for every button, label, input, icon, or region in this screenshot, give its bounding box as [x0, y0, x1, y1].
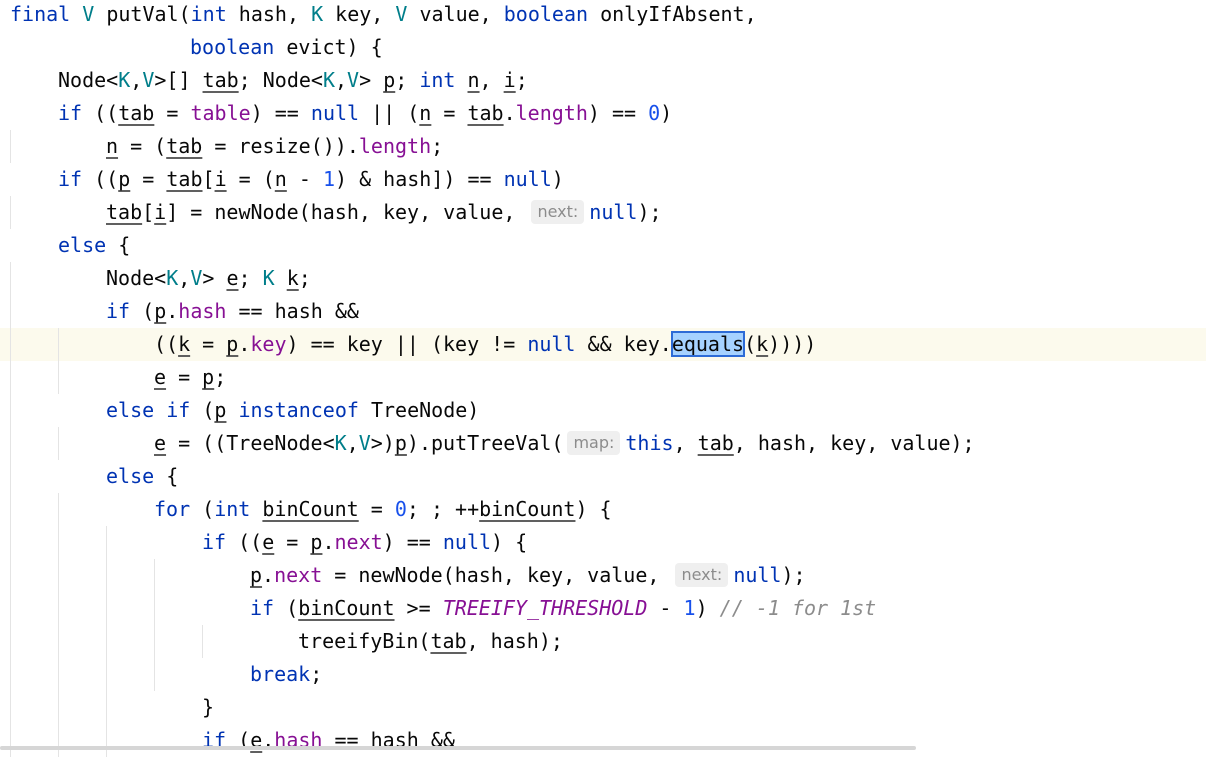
indent-guide	[10, 592, 11, 625]
indent-guide	[106, 625, 107, 658]
indent-guide	[202, 625, 203, 658]
indent-guide	[154, 592, 155, 625]
code-line[interactable]: if (e.hash == hash &&	[0, 724, 1206, 757]
code-line[interactable]: boolean evict) {	[0, 31, 1206, 64]
code-line[interactable]: else if (p instanceof TreeNode)	[0, 394, 1206, 427]
indent-guide	[58, 493, 59, 526]
code-text[interactable]: for (int binCount = 0; ; ++binCount) {	[154, 493, 612, 526]
code-text[interactable]: break;	[250, 658, 322, 691]
indent-guide	[10, 328, 11, 361]
caret-line[interactable]: ((k = p.key) == key || (key != null && k…	[0, 328, 1206, 361]
code-editor[interactable]: final V putVal(int hash, K key, V value,…	[0, 0, 1206, 757]
indent-guide	[10, 526, 11, 559]
code-line[interactable]: p.next = newNode(hash, key, value, next:…	[0, 559, 1206, 592]
indent-guide	[10, 427, 11, 460]
code-line[interactable]: if ((tab = table) == null || (n = tab.le…	[0, 97, 1206, 130]
indent-guide	[58, 526, 59, 559]
code-line[interactable]: if (p.hash == hash &&	[0, 295, 1206, 328]
code-line[interactable]: Node<K,V>[] tab; Node<K,V> p; int n, i;	[0, 64, 1206, 97]
code-line[interactable]: tab[i] = newNode(hash, key, value, next:…	[0, 196, 1206, 229]
indent-guide	[58, 592, 59, 625]
code-text[interactable]: }	[202, 691, 214, 724]
indent-guide	[10, 559, 11, 592]
code-text[interactable]: Node<K,V>[] tab; Node<K,V> p; int n, i;	[58, 64, 528, 97]
param-hint: map:	[567, 431, 621, 455]
indent-guide	[10, 625, 11, 658]
code-text[interactable]: Node<K,V> e; K k;	[106, 262, 311, 295]
code-line[interactable]: else {	[0, 229, 1206, 262]
indent-guide	[106, 559, 107, 592]
indent-guide	[58, 625, 59, 658]
code-line[interactable]: Node<K,V> e; K k;	[0, 262, 1206, 295]
code-line[interactable]: else {	[0, 460, 1206, 493]
indent-guide	[106, 526, 107, 559]
indent-guide	[106, 691, 107, 724]
code-line[interactable]: e = p;	[0, 361, 1206, 394]
code-text[interactable]: if (p.hash == hash &&	[106, 295, 359, 328]
code-text[interactable]: n = (tab = resize()).length;	[106, 130, 443, 163]
indent-guide	[106, 658, 107, 691]
code-line[interactable]: treeifyBin(tab, hash);	[0, 625, 1206, 658]
code-line[interactable]: if ((p = tab[i = (n - 1) & hash]) == nul…	[0, 163, 1206, 196]
code-line[interactable]: n = (tab = resize()).length;	[0, 130, 1206, 163]
code-text[interactable]: e = p;	[154, 361, 226, 394]
indent-guide	[58, 658, 59, 691]
indent-guide	[10, 724, 11, 757]
code-text[interactable]: boolean evict) {	[190, 31, 383, 64]
code-text[interactable]: if ((p = tab[i = (n - 1) & hash]) == nul…	[58, 163, 564, 196]
code-text[interactable]: final V putVal(int hash, K key, V value,…	[10, 0, 757, 31]
indent-guide	[154, 658, 155, 691]
indent-guide	[58, 361, 59, 394]
code-line[interactable]: for (int binCount = 0; ; ++binCount) {	[0, 493, 1206, 526]
code-text[interactable]: treeifyBin(tab, hash);	[298, 625, 563, 658]
code-line[interactable]: if ((e = p.next) == null) {	[0, 526, 1206, 559]
indent-guide	[10, 460, 11, 493]
indent-guide	[10, 394, 11, 427]
indent-guide	[10, 361, 11, 394]
code-text[interactable]: if (e.hash == hash &&	[202, 724, 455, 757]
code-line[interactable]: final V putVal(int hash, K key, V value,…	[0, 0, 1206, 31]
code-text[interactable]: if (binCount >= TREEIFY_THRESHOLD - 1) /…	[250, 592, 876, 625]
code-text[interactable]: e = ((TreeNode<K,V>)p).putTreeVal(map: th…	[154, 427, 975, 460]
indent-guide	[58, 724, 59, 757]
indent-guide	[10, 130, 11, 163]
indent-guide	[10, 691, 11, 724]
code-text[interactable]: else if (p instanceof TreeNode)	[106, 394, 479, 427]
code-line[interactable]: }	[0, 691, 1206, 724]
code-text[interactable]: else {	[106, 460, 178, 493]
indent-guide	[154, 625, 155, 658]
code-line[interactable]: e = ((TreeNode<K,V>)p).putTreeVal(map: th…	[0, 427, 1206, 460]
indent-guide	[10, 295, 11, 328]
code-text[interactable]: if ((e = p.next) == null) {	[202, 526, 527, 559]
indent-guide	[10, 493, 11, 526]
indent-guide	[10, 196, 11, 229]
code-text[interactable]: tab[i] = newNode(hash, key, value, next:…	[106, 196, 662, 229]
code-text[interactable]: else {	[58, 229, 130, 262]
indent-guide	[106, 724, 107, 757]
indent-guide	[154, 559, 155, 592]
indent-guide	[58, 691, 59, 724]
indent-guide	[10, 262, 11, 295]
indent-guide	[58, 427, 59, 460]
horizontal-scrollbar[interactable]	[0, 746, 916, 750]
code-text[interactable]: ((k = p.key) == key || (key != null && k…	[154, 328, 816, 361]
param-hint: next:	[531, 200, 585, 224]
code-text[interactable]: if ((tab = table) == null || (n = tab.le…	[58, 97, 672, 130]
code-text[interactable]: p.next = newNode(hash, key, value, next:…	[250, 559, 806, 592]
code-line[interactable]: break;	[0, 658, 1206, 691]
indent-guide	[10, 658, 11, 691]
indent-guide	[58, 559, 59, 592]
param-hint: next:	[675, 563, 729, 587]
indent-guide	[106, 592, 107, 625]
indent-guide	[58, 328, 59, 361]
code-line[interactable]: if (binCount >= TREEIFY_THRESHOLD - 1) /…	[0, 592, 1206, 625]
